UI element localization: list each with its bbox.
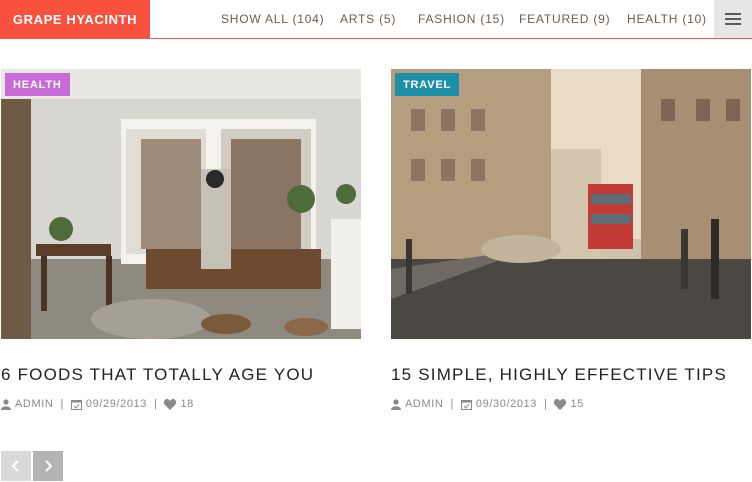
hamburger-icon xyxy=(725,13,741,25)
post-author[interactable]: ADMIN xyxy=(405,398,443,410)
chevron-left-icon xyxy=(11,460,19,472)
nav-item-arts[interactable]: ARTS (5) xyxy=(340,12,396,26)
meta-separator: | xyxy=(153,398,158,410)
user-icon xyxy=(391,398,401,410)
post-meta: ADMIN | 09/29/2013 | 18 xyxy=(1,398,194,410)
calendar-icon xyxy=(70,399,82,410)
category-badge[interactable]: TRAVEL xyxy=(395,73,459,96)
nav-item-featured[interactable]: FEATURED (9) xyxy=(519,12,610,26)
meta-separator: | xyxy=(543,398,548,410)
user-icon xyxy=(1,398,11,410)
calendar-icon xyxy=(460,399,472,410)
heart-icon[interactable] xyxy=(554,398,567,410)
post-date: 09/29/2013 xyxy=(85,398,147,410)
next-page-button[interactable] xyxy=(33,451,63,481)
top-navigation-bar: GRAPE HYACINTH SHOW ALL (104) ARTS (5) F… xyxy=(0,0,752,39)
prev-page-button[interactable] xyxy=(1,451,31,481)
post-date: 09/30/2013 xyxy=(475,398,537,410)
heart-icon[interactable] xyxy=(164,398,177,410)
header-divider xyxy=(0,38,752,39)
post-likes: 15 xyxy=(570,398,584,410)
category-badge[interactable]: HEALTH xyxy=(5,73,70,96)
nav-item-health[interactable]: HEALTH (10) xyxy=(627,12,707,26)
post-image-office[interactable] xyxy=(1,69,361,339)
chevron-right-icon xyxy=(45,460,53,472)
meta-separator: | xyxy=(450,398,454,410)
post-author[interactable]: ADMIN xyxy=(15,398,53,410)
post-likes: 18 xyxy=(180,398,194,410)
menu-button[interactable] xyxy=(714,0,752,38)
post-meta: ADMIN | 09/30/2013 | 15 xyxy=(391,398,584,410)
meta-separator: | xyxy=(60,398,64,410)
nav-item-fashion[interactable]: FASHION (15) xyxy=(418,12,505,26)
post-title[interactable]: 15 SIMPLE, HIGHLY EFFECTIVE TIPS xyxy=(391,365,727,385)
brand-logo[interactable]: GRAPE HYACINTH xyxy=(0,0,150,39)
nav-item-show-all[interactable]: SHOW ALL (104) xyxy=(221,12,324,26)
post-title[interactable]: 6 FOODS THAT TOTALLY AGE YOU xyxy=(1,365,314,385)
post-image-street[interactable] xyxy=(391,69,751,339)
